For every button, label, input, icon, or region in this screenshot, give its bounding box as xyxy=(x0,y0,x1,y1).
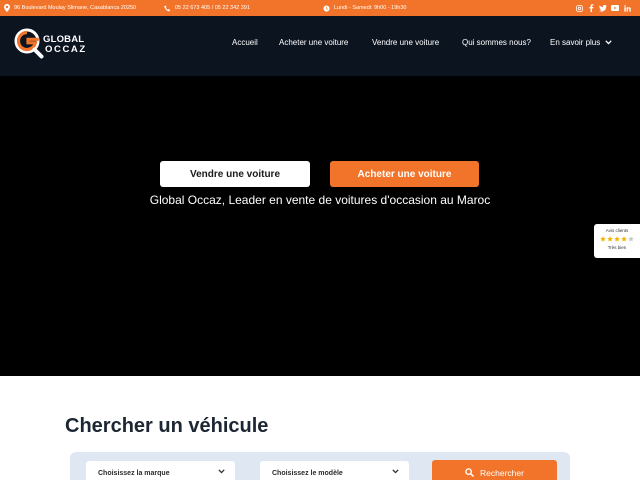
star-filled-icon xyxy=(621,236,627,242)
model-select[interactable]: Choisissez le modèle xyxy=(260,461,409,480)
hours-info: Lundi - Samedi: 9h00 - 19h30 xyxy=(323,0,406,16)
chevron-down-icon xyxy=(392,469,399,476)
rating-stars xyxy=(594,236,640,242)
logo-text-occaz: OCCAZ xyxy=(45,44,87,55)
address-text: 96 Boulevard Moulay Slimane, Casablanca … xyxy=(14,5,136,11)
nav-qui-sommes-nous[interactable]: Qui sommes nous? xyxy=(462,16,531,68)
phone-info[interactable]: 05 22 673 405 / 05 22 342 391 xyxy=(164,0,250,16)
clock-icon xyxy=(323,4,330,12)
star-filled-icon xyxy=(614,236,620,242)
logo-mark-icon xyxy=(14,28,44,59)
search-button[interactable]: Rechercher xyxy=(432,460,557,480)
brand-select[interactable]: Choisissez la marque xyxy=(86,461,235,480)
youtube-icon[interactable] xyxy=(611,4,619,12)
nav-vendre[interactable]: Vendre une voiture xyxy=(372,16,439,68)
chevron-down-icon xyxy=(218,469,225,476)
buy-car-button[interactable]: Acheter une voiture xyxy=(330,161,479,187)
social-links xyxy=(575,0,631,16)
hero-tagline: Global Occaz, Leader en vente de voiture… xyxy=(149,193,491,207)
instagram-icon[interactable] xyxy=(575,4,583,12)
star-filled-icon xyxy=(600,236,606,242)
address-info: 96 Boulevard Moulay Slimane, Casablanca … xyxy=(4,0,136,16)
search-title: Chercher un véhicule xyxy=(65,415,269,437)
search-icon xyxy=(465,467,474,479)
site-logo[interactable]: GLOBAL OCCAZ xyxy=(14,26,94,66)
nav-en-savoir-plus-label: En savoir plus xyxy=(550,37,601,47)
linkedin-icon[interactable] xyxy=(623,4,631,12)
hours-text: Lundi - Samedi: 9h00 - 19h30 xyxy=(334,5,407,11)
location-pin-icon xyxy=(4,4,10,12)
facebook-icon[interactable] xyxy=(587,4,595,12)
nav-accueil[interactable]: Accueil xyxy=(232,16,258,68)
hero-section: Vendre une voiture Acheter une voiture G… xyxy=(0,76,640,376)
brand-select-label: Choisissez la marque xyxy=(98,469,170,477)
site-header: GLOBAL OCCAZ Accueil Acheter une voiture… xyxy=(0,16,640,76)
reviews-label: Avis clients xyxy=(605,228,629,233)
star-filled-icon xyxy=(607,236,613,242)
reviews-widget[interactable]: Avis clients Très bien xyxy=(594,224,640,258)
star-empty-icon xyxy=(628,236,634,242)
phone-text[interactable]: 05 22 673 405 / 05 22 342 391 xyxy=(175,5,250,11)
sell-car-button[interactable]: Vendre une voiture xyxy=(160,161,310,187)
model-select-label: Choisissez le modèle xyxy=(272,469,343,477)
phone-icon xyxy=(164,4,171,12)
twitter-icon[interactable] xyxy=(599,4,607,12)
nav-acheter[interactable]: Acheter une voiture xyxy=(279,16,348,68)
search-button-label: Rechercher xyxy=(480,468,524,478)
top-info-bar: 96 Boulevard Moulay Slimane, Casablanca … xyxy=(0,0,640,16)
reviews-quality: Très bien xyxy=(607,245,627,250)
nav-en-savoir-plus[interactable]: En savoir plus xyxy=(550,16,612,68)
chevron-down-icon xyxy=(605,39,612,45)
search-panel: Choisissez la marque Choisissez le modèl… xyxy=(70,452,570,480)
